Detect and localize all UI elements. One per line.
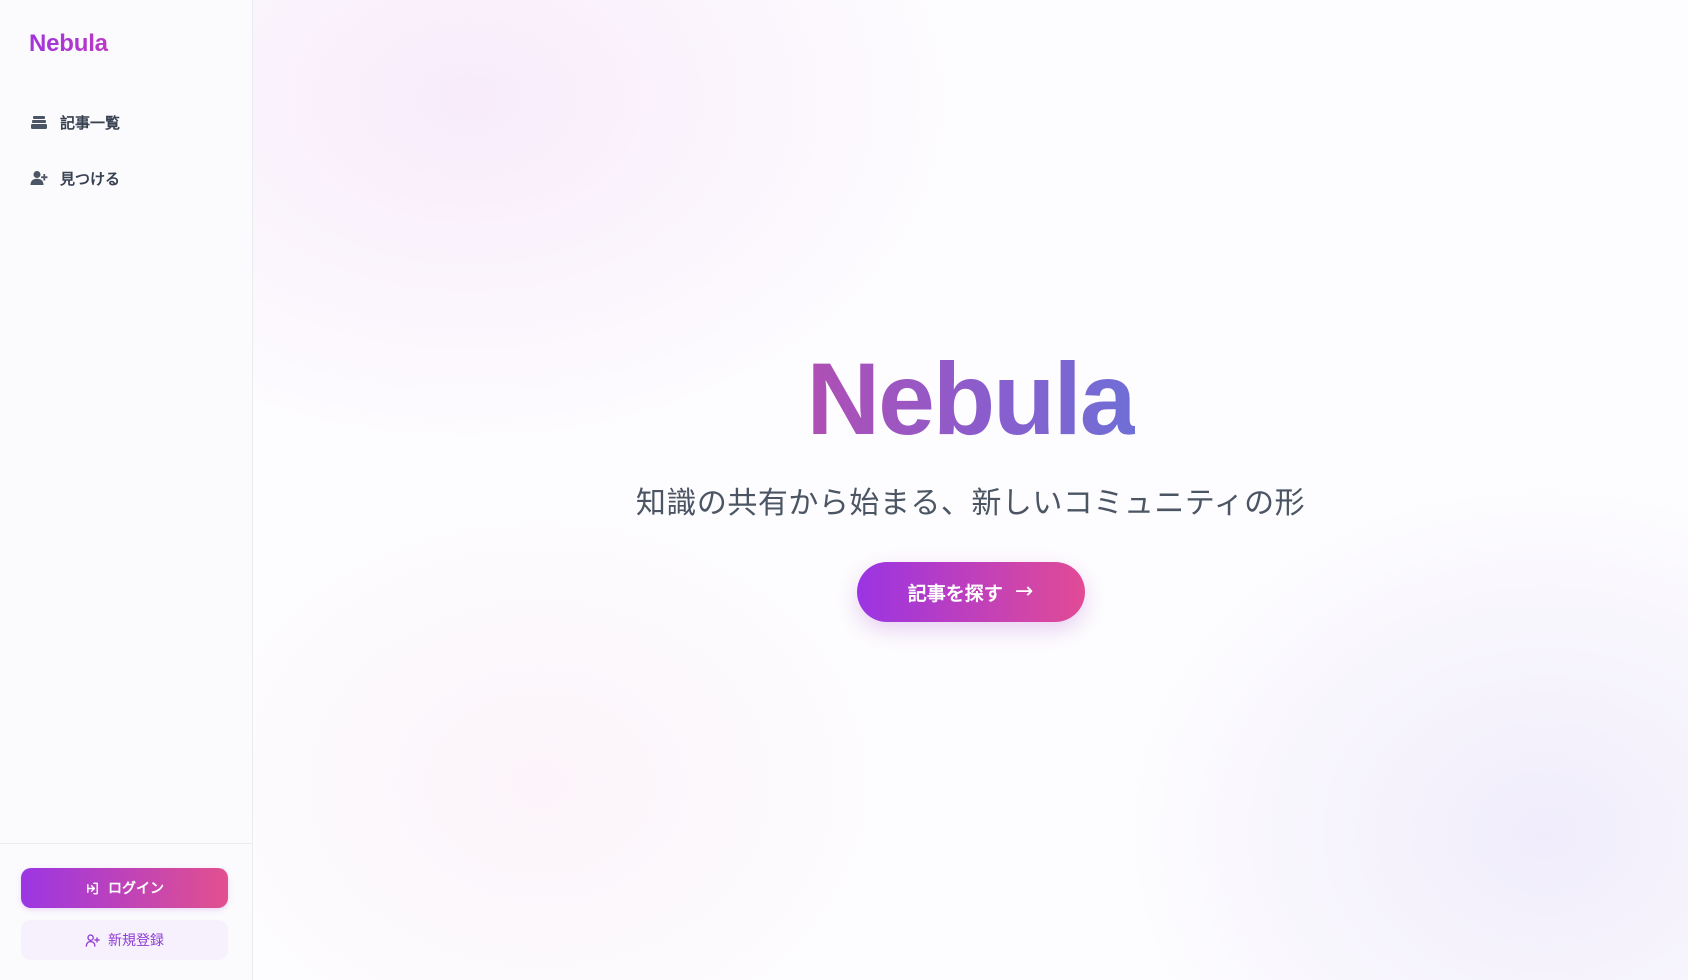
hero-section: Nebula 知識の共有から始まる、新しいコミュニティの形 記事を探す → (253, 0, 1688, 980)
user-plus-icon (30, 169, 48, 187)
sidebar-item-label: 記事一覧 (60, 113, 121, 132)
hero-subtitle: 知識の共有から始まる、新しいコミュニティの形 (635, 486, 1306, 521)
brand-logo[interactable]: Nebula (0, 0, 252, 60)
sidebar-item-articles[interactable]: 記事一覧 (22, 102, 230, 142)
sign-in-icon (85, 881, 100, 896)
register-button-label: 新規登録 (108, 933, 164, 949)
stacked-layers-icon (30, 113, 48, 131)
sidebar-auth-section: ログイン 新規登録 (0, 843, 252, 980)
login-button-label: ログイン (108, 881, 164, 897)
sidebar-nav: 記事一覧 見つける (0, 102, 252, 214)
sidebar-item-discover[interactable]: 見つける (22, 158, 230, 198)
hero-title: Nebula (806, 342, 1136, 456)
arrow-right-icon: → (1014, 579, 1034, 604)
login-button[interactable]: ログイン (21, 868, 228, 908)
sidebar: Nebula 記事一覧 見つける ログイン 新規登録 (0, 0, 253, 980)
explore-articles-button[interactable]: 記事を探す → (856, 562, 1085, 622)
explore-articles-label: 記事を探す (907, 582, 1003, 605)
sidebar-item-label: 見つける (60, 169, 121, 188)
user-plus-icon (85, 933, 100, 948)
register-button[interactable]: 新規登録 (21, 920, 228, 960)
